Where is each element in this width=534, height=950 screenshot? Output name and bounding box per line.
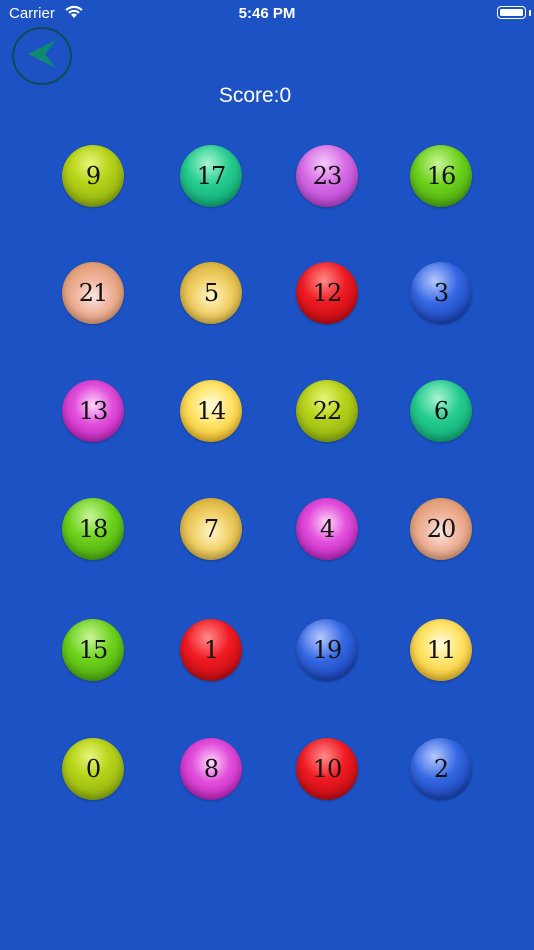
ball-21[interactable]: 21 [62, 262, 124, 324]
ball-number: 9 [85, 162, 101, 190]
ball-number: 13 [78, 397, 109, 425]
ball-14[interactable]: 14 [180, 380, 242, 442]
ball-16[interactable]: 16 [410, 145, 472, 207]
ball-number: 1 [203, 636, 219, 664]
ball-number: 5 [203, 279, 219, 307]
ball-number: 8 [203, 755, 219, 783]
ball-20[interactable]: 20 [410, 498, 472, 560]
ball-11[interactable]: 11 [410, 619, 472, 681]
ball-number: 16 [426, 162, 457, 190]
ball-number: 4 [319, 515, 335, 543]
ball-number: 14 [196, 397, 227, 425]
ball-2[interactable]: 2 [410, 738, 472, 800]
ball-number: 11 [426, 636, 457, 664]
ball-1[interactable]: 1 [180, 619, 242, 681]
ball-3[interactable]: 3 [410, 262, 472, 324]
ball-number: 22 [312, 397, 343, 425]
ball-number: 7 [203, 515, 219, 543]
ball-9[interactable]: 9 [62, 145, 124, 207]
ball-number: 20 [426, 515, 457, 543]
ball-number: 6 [433, 397, 449, 425]
ball-13[interactable]: 13 [62, 380, 124, 442]
ball-5[interactable]: 5 [180, 262, 242, 324]
ball-number: 2 [433, 755, 449, 783]
ball-10[interactable]: 10 [296, 738, 358, 800]
ball-22[interactable]: 22 [296, 380, 358, 442]
ball-number: 17 [196, 162, 227, 190]
ball-7[interactable]: 7 [180, 498, 242, 560]
ball-6[interactable]: 6 [410, 380, 472, 442]
ball-number: 3 [433, 279, 449, 307]
ball-12[interactable]: 12 [296, 262, 358, 324]
ball-number: 23 [312, 162, 343, 190]
ball-4[interactable]: 4 [296, 498, 358, 560]
ball-number: 10 [312, 755, 343, 783]
ball-number: 19 [312, 636, 343, 664]
ball-0[interactable]: 0 [62, 738, 124, 800]
ball-number: 18 [78, 515, 109, 543]
ball-number: 12 [312, 279, 343, 307]
ball-17[interactable]: 17 [180, 145, 242, 207]
ball-grid: 9 17 23 16 21 5 12 3 13 14 22 6 18 7 4 20 15 1 19 11 0 8 10 2 [0, 0, 534, 950]
ball-18[interactable]: 18 [62, 498, 124, 560]
ball-15[interactable]: 15 [62, 619, 124, 681]
ball-number: 15 [78, 636, 109, 664]
ball-number: 0 [85, 755, 101, 783]
ball-23[interactable]: 23 [296, 145, 358, 207]
ball-19[interactable]: 19 [296, 619, 358, 681]
ball-8[interactable]: 8 [180, 738, 242, 800]
ball-number: 21 [78, 279, 109, 307]
